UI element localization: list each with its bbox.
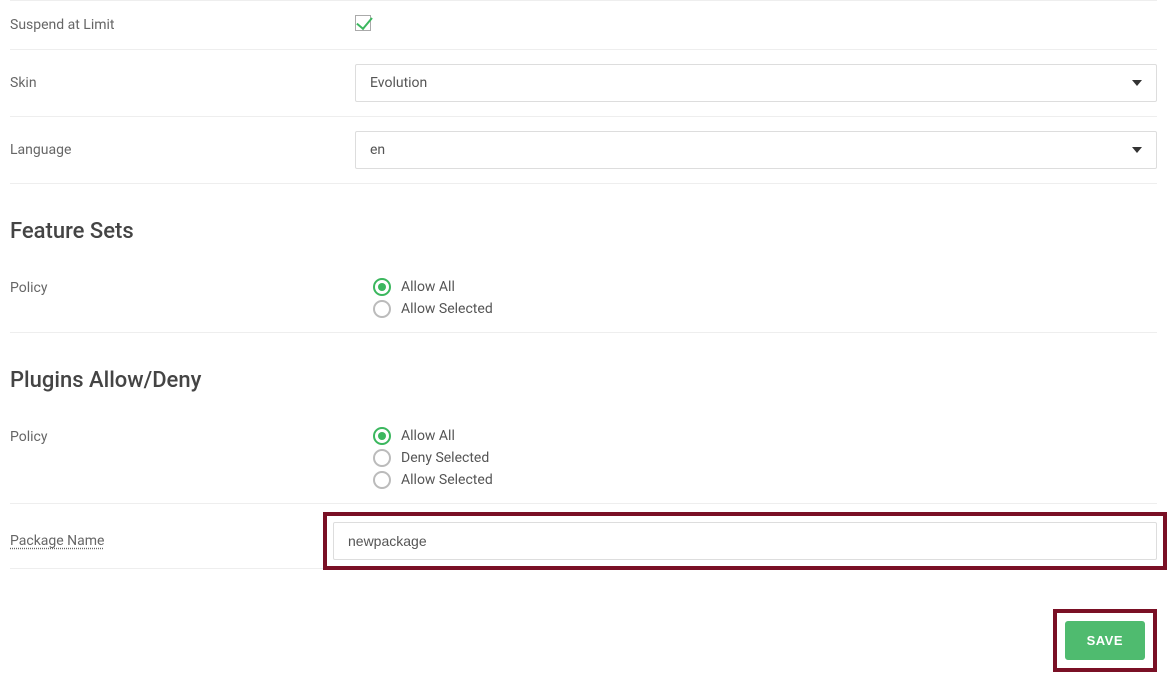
feature-sets-heading: Feature Sets <box>10 219 1157 244</box>
feature-sets-allow-selected-radio[interactable]: Allow Selected <box>373 300 1157 318</box>
caret-down-icon <box>1132 80 1142 86</box>
radio-label: Allow All <box>401 279 455 295</box>
plugins-policy-radio-group: Allow All Deny Selected Allow Selected <box>373 427 1157 489</box>
language-select-value: en <box>370 142 385 158</box>
suspend-at-limit-label: Suspend at Limit <box>10 17 355 33</box>
plugins-deny-selected-radio[interactable]: Deny Selected <box>373 449 1157 467</box>
feature-sets-allow-all-radio[interactable]: Allow All <box>373 278 1157 296</box>
suspend-at-limit-row: Suspend at Limit <box>10 0 1157 50</box>
caret-down-icon <box>1132 147 1142 153</box>
language-label: Language <box>10 142 355 158</box>
radio-label: Allow Selected <box>401 472 493 488</box>
package-name-highlight <box>323 512 1167 570</box>
skin-label: Skin <box>10 75 355 91</box>
suspend-at-limit-checkbox[interactable] <box>355 15 371 31</box>
plugins-heading: Plugins Allow/Deny <box>10 368 1157 393</box>
plugins-allow-selected-radio[interactable]: Allow Selected <box>373 471 1157 489</box>
save-area: SAVE <box>10 609 1157 692</box>
skin-select-value: Evolution <box>370 75 427 91</box>
feature-sets-policy-radio-group: Allow All Allow Selected <box>373 278 1157 318</box>
plugins-policy-row: Policy Allow All Deny Selected Allow Sel… <box>10 413 1157 504</box>
plugins-policy-label: Policy <box>10 427 355 445</box>
package-name-row: Package Name <box>10 514 1157 569</box>
feature-sets-policy-label: Policy <box>10 278 355 296</box>
package-name-input[interactable] <box>333 522 1157 560</box>
radio-icon <box>373 427 391 445</box>
plugins-allow-all-radio[interactable]: Allow All <box>373 427 1157 445</box>
feature-sets-policy-row: Policy Allow All Allow Selected <box>10 264 1157 333</box>
radio-label: Deny Selected <box>401 450 489 466</box>
save-button[interactable]: SAVE <box>1065 621 1145 660</box>
radio-icon <box>373 471 391 489</box>
language-row: Language en <box>10 117 1157 184</box>
radio-icon <box>373 449 391 467</box>
radio-label: Allow Selected <box>401 301 493 317</box>
skin-row: Skin Evolution <box>10 50 1157 117</box>
radio-icon <box>373 278 391 296</box>
save-highlight: SAVE <box>1053 609 1157 672</box>
radio-icon <box>373 300 391 318</box>
package-name-label: Package Name <box>10 533 339 549</box>
skin-select[interactable]: Evolution <box>355 64 1157 102</box>
language-select[interactable]: en <box>355 131 1157 169</box>
radio-label: Allow All <box>401 428 455 444</box>
